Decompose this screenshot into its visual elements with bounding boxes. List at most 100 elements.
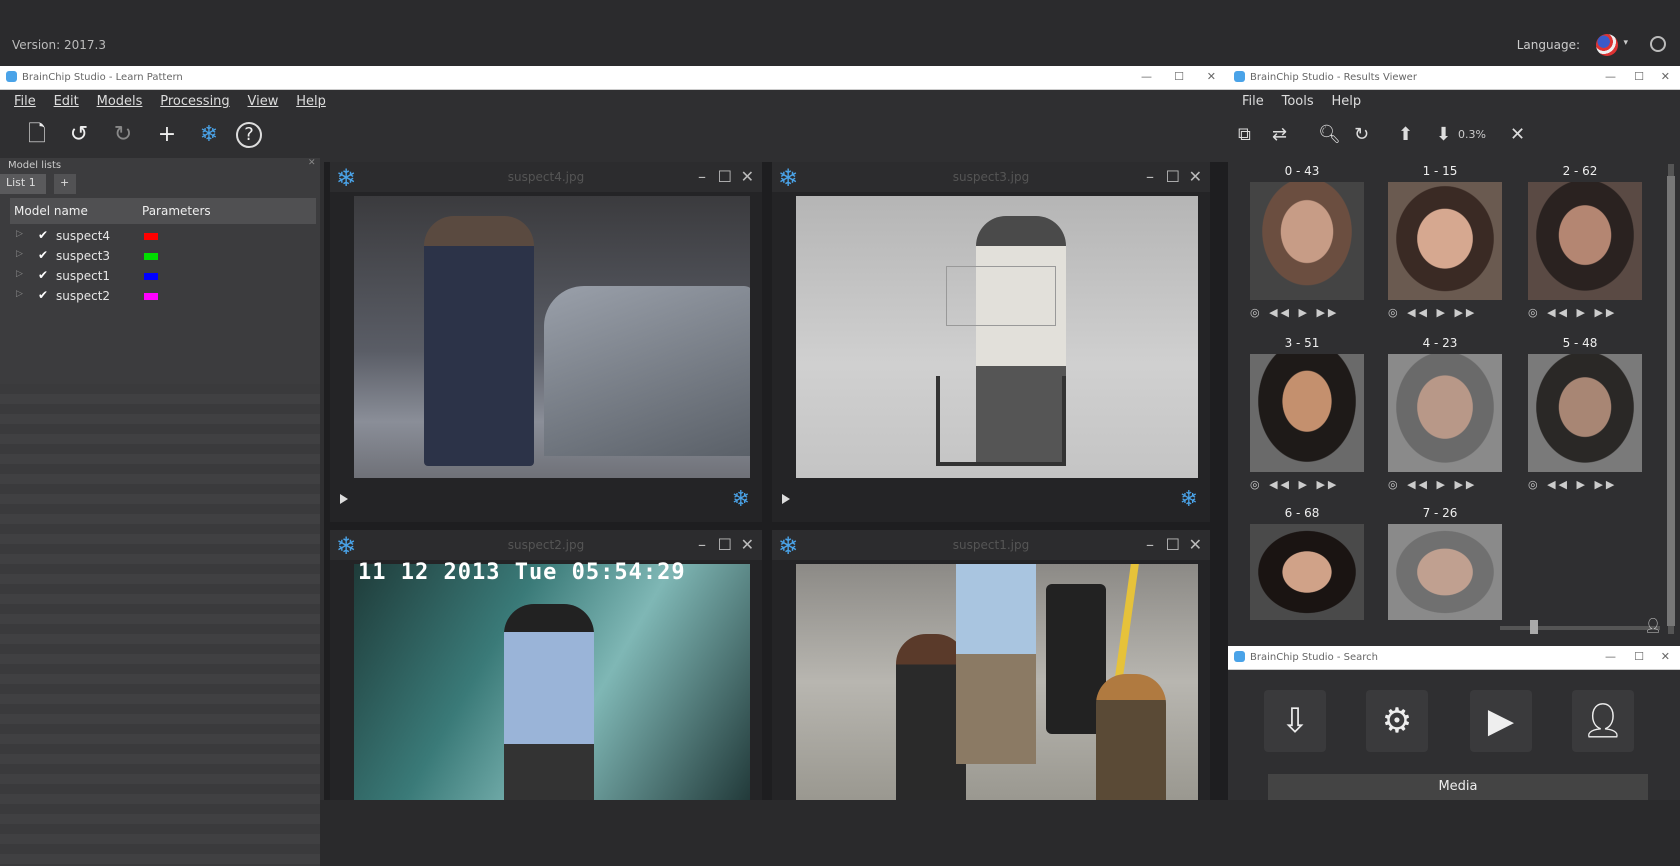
face-thumbnail[interactable] [1250, 524, 1364, 620]
menu-file[interactable]: File [1242, 94, 1264, 109]
play-button[interactable]: ▶ [1470, 690, 1532, 752]
face-thumbnail[interactable] [1250, 354, 1364, 472]
arrow-down-icon[interactable]: ⬇ [1436, 124, 1451, 145]
person-search-button[interactable]: 👤︎ [1572, 690, 1634, 752]
maximize-icon[interactable]: ☐ [1166, 167, 1180, 186]
play-icon[interactable] [782, 494, 790, 504]
face-thumbnail[interactable] [1250, 182, 1364, 300]
result-face[interactable]: 0 - 43 ◎ ◀◀ ▶ ▶▶ [1240, 164, 1364, 336]
model-row[interactable]: ▷ ✔ suspect3 [10, 246, 316, 266]
redo-icon[interactable]: ↻ [108, 120, 138, 150]
close-icon[interactable]: ✕ [1189, 535, 1202, 554]
model-row[interactable]: ▷ ✔ suspect1 [10, 266, 316, 286]
close-icon[interactable]: ✕ [1510, 124, 1525, 145]
minimize-icon[interactable]: — [1141, 70, 1152, 83]
chevron-down-icon[interactable]: ▾ [1623, 38, 1628, 48]
snowflake-icon[interactable]: ❄ [1180, 487, 1198, 512]
maximize-icon[interactable]: ☐ [1174, 70, 1184, 83]
maximize-icon[interactable]: ☐ [718, 167, 732, 186]
settings-gears-button[interactable]: ⚙ [1366, 690, 1428, 752]
camera-frame[interactable] [796, 564, 1198, 800]
result-face[interactable]: 5 - 48 ◎ ◀◀ ▶ ▶▶ [1518, 336, 1642, 508]
face-playback-controls[interactable]: ◎ ◀◀ ▶ ▶▶ [1528, 478, 1617, 491]
minimize-icon[interactable]: – [1146, 535, 1154, 554]
menu-processing[interactable]: Processing [160, 94, 229, 109]
snowflake-icon[interactable]: ❄ [732, 487, 750, 512]
add-tab-button[interactable]: + [54, 174, 76, 194]
menu-models[interactable]: Models [97, 94, 143, 109]
expand-icon[interactable]: ▷ [16, 229, 23, 239]
menu-view[interactable]: View [248, 94, 279, 109]
menu-tools[interactable]: Tools [1282, 94, 1314, 109]
maximize-icon[interactable]: ☐ [1166, 535, 1180, 554]
menu-help[interactable]: Help [296, 94, 326, 109]
new-document-icon[interactable]: 🗋 [22, 120, 52, 150]
face-playback-controls[interactable]: ◎ ◀◀ ▶ ▶▶ [1388, 306, 1477, 319]
face-playback-controls[interactable]: ◎ ◀◀ ▶ ▶▶ [1528, 306, 1617, 319]
minimize-icon[interactable]: – [698, 167, 706, 186]
minimize-icon[interactable]: — [1605, 70, 1616, 83]
minimize-icon[interactable]: – [1146, 167, 1154, 186]
undo-icon[interactable]: ↺ [64, 120, 94, 150]
tab-list-1[interactable]: List 1 [0, 174, 46, 194]
expand-icon[interactable]: ▷ [16, 249, 23, 259]
face-playback-controls[interactable]: ◎ ◀◀ ▶ ▶▶ [1250, 306, 1339, 319]
slider-handle[interactable] [1530, 620, 1538, 634]
swap-icon[interactable]: ⇄ [1272, 124, 1287, 145]
media-tab[interactable]: Media [1268, 774, 1648, 800]
menu-file[interactable]: File [14, 94, 36, 109]
face-thumbnail[interactable] [1528, 182, 1642, 300]
close-icon[interactable]: ✕ [1661, 650, 1670, 663]
close-icon[interactable]: ✕ [308, 158, 316, 168]
zoom-slider[interactable] [1500, 626, 1660, 630]
checkbox-checked-icon[interactable]: ✔ [38, 228, 48, 242]
model-row[interactable]: ▷ ✔ suspect4 [10, 226, 316, 246]
power-icon[interactable] [1650, 36, 1666, 52]
model-row[interactable]: ▷ ✔ suspect2 [10, 286, 316, 306]
search-icon[interactable]: 🔍︎ [1318, 124, 1341, 145]
scrollbar-thumb[interactable] [1667, 176, 1675, 626]
result-face[interactable]: 3 - 51 ◎ ◀◀ ▶ ▶▶ [1240, 336, 1364, 508]
plus-icon[interactable]: + [152, 120, 182, 150]
camera-frame[interactable] [354, 196, 750, 478]
face-thumbnail[interactable] [1388, 182, 1502, 300]
close-icon[interactable]: ✕ [741, 167, 754, 186]
copy-icon[interactable]: ⧉ [1238, 124, 1251, 145]
camera-frame[interactable] [796, 196, 1198, 478]
face-thumbnail[interactable] [1528, 354, 1642, 472]
person-icon[interactable]: 👤︎ [1644, 618, 1662, 634]
camera-frame[interactable] [354, 564, 750, 800]
snowflake-icon[interactable]: ❄ [194, 120, 224, 150]
arrow-up-icon[interactable]: ⬆ [1398, 124, 1413, 145]
face-playback-controls[interactable]: ◎ ◀◀ ▶ ▶▶ [1250, 478, 1339, 491]
checkbox-checked-icon[interactable]: ✔ [38, 248, 48, 262]
checkbox-checked-icon[interactable]: ✔ [38, 268, 48, 282]
maximize-icon[interactable]: ☐ [1634, 70, 1644, 83]
result-face[interactable]: 1 - 15 ◎ ◀◀ ▶ ▶▶ [1378, 164, 1502, 336]
face-thumbnail[interactable] [1388, 524, 1502, 620]
play-icon[interactable] [340, 494, 348, 504]
column-model-name[interactable]: Model name [14, 204, 88, 218]
menu-edit[interactable]: Edit [54, 94, 79, 109]
import-media-button[interactable]: ⇩ [1264, 690, 1326, 752]
maximize-icon[interactable]: ☐ [718, 535, 732, 554]
checkbox-checked-icon[interactable]: ✔ [38, 288, 48, 302]
result-face[interactable]: 4 - 23 ◎ ◀◀ ▶ ▶▶ [1378, 336, 1502, 508]
column-parameters[interactable]: Parameters [142, 204, 211, 218]
us-flag-icon[interactable] [1596, 34, 1618, 56]
maximize-icon[interactable]: ☐ [1634, 650, 1644, 663]
expand-icon[interactable]: ▷ [16, 269, 23, 279]
close-icon[interactable]: ✕ [741, 535, 754, 554]
result-face[interactable]: 2 - 62 ◎ ◀◀ ▶ ▶▶ [1518, 164, 1642, 336]
close-icon[interactable]: ✕ [1207, 70, 1216, 83]
face-playback-controls[interactable]: ◎ ◀◀ ▶ ▶▶ [1388, 478, 1477, 491]
face-thumbnail[interactable] [1388, 354, 1502, 472]
minimize-icon[interactable]: — [1605, 650, 1616, 663]
close-icon[interactable]: ✕ [1661, 70, 1670, 83]
close-icon[interactable]: ✕ [1189, 167, 1202, 186]
menu-help[interactable]: Help [1331, 94, 1361, 109]
refresh-icon[interactable]: ↻ [1354, 124, 1369, 145]
help-icon[interactable]: ? [236, 122, 262, 148]
minimize-icon[interactable]: – [698, 535, 706, 554]
expand-icon[interactable]: ▷ [16, 289, 23, 299]
